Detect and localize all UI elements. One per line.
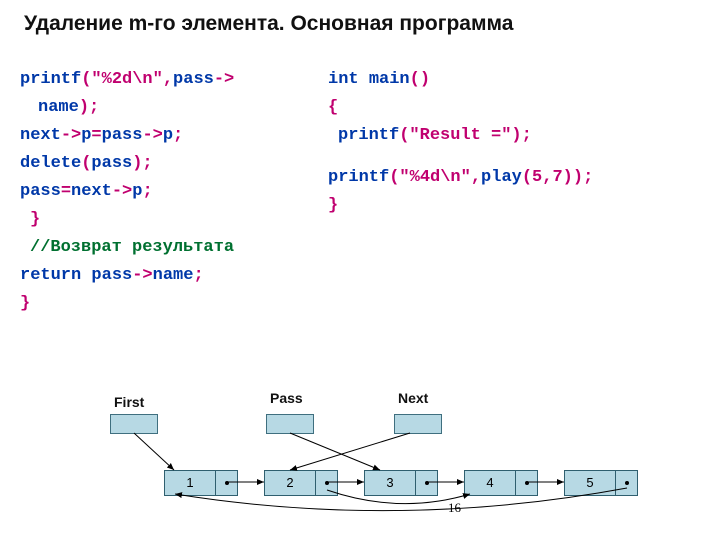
kw-next: next bbox=[71, 182, 112, 201]
kw-printf: printf bbox=[20, 70, 81, 89]
kw-play: play bbox=[481, 168, 522, 187]
sym: ; bbox=[173, 126, 183, 145]
list-node-4: 4 bbox=[464, 470, 538, 496]
kw-pass: pass bbox=[91, 154, 132, 173]
kw-main: main bbox=[369, 70, 410, 89]
kw-printf: printf bbox=[338, 126, 399, 145]
node-value: 2 bbox=[265, 471, 316, 495]
sym: ); bbox=[79, 98, 99, 117]
node-pointer bbox=[216, 471, 237, 495]
sym-arrow: -> bbox=[132, 266, 152, 285]
sym-arrow: -> bbox=[214, 70, 234, 89]
kw-name: name bbox=[38, 98, 79, 117]
kw-name: name bbox=[153, 266, 194, 285]
kw-printf: printf bbox=[328, 168, 389, 187]
kw-delete: delete bbox=[20, 154, 81, 173]
right-code-column: int main() { printf("Result ="); printf(… bbox=[328, 66, 698, 220]
kw-p: p bbox=[132, 182, 142, 201]
label-first: First bbox=[114, 394, 144, 410]
slide-title: Удаление m-го элемента. Основная програм… bbox=[24, 12, 513, 36]
node-value: 3 bbox=[365, 471, 416, 495]
label-next: Next bbox=[398, 390, 428, 406]
label-pass: Pass bbox=[270, 390, 303, 406]
kw-p: p bbox=[163, 126, 173, 145]
pointer-box-next bbox=[394, 414, 442, 434]
left-code-column: printf("%2d\n",pass-> name); next->p=pas… bbox=[20, 66, 320, 318]
node-value: 5 bbox=[565, 471, 616, 495]
node-pointer bbox=[416, 471, 437, 495]
sym-brace: { bbox=[328, 98, 338, 117]
kw-int: int bbox=[328, 70, 359, 89]
node-pointer bbox=[616, 471, 637, 495]
sym-brace: } bbox=[20, 294, 30, 313]
kw-p: p bbox=[81, 126, 91, 145]
sym: ); bbox=[132, 154, 152, 173]
node-pointer bbox=[516, 471, 537, 495]
comment: //Возврат результата bbox=[30, 238, 234, 257]
sym-arrow: -> bbox=[61, 126, 81, 145]
kw-next: next bbox=[20, 126, 61, 145]
kw-return: return bbox=[20, 266, 81, 285]
sym: ("%4d\n", bbox=[389, 168, 481, 187]
sym-arrow: -> bbox=[112, 182, 132, 201]
kw-pass: pass bbox=[91, 266, 132, 285]
sym-eq: = bbox=[61, 182, 71, 201]
node-value: 4 bbox=[465, 471, 516, 495]
sym: (5,7)); bbox=[522, 168, 593, 187]
sym-arrow: -> bbox=[142, 126, 162, 145]
kw-pass: pass bbox=[102, 126, 143, 145]
node-value: 1 bbox=[165, 471, 216, 495]
sym-parens: () bbox=[410, 70, 430, 89]
list-node-2: 2 bbox=[264, 470, 338, 496]
sym: ; bbox=[142, 182, 152, 201]
list-node-3: 3 bbox=[364, 470, 438, 496]
pointer-box-pass bbox=[266, 414, 314, 434]
kw-pass: pass bbox=[173, 70, 214, 89]
pointer-box-first bbox=[110, 414, 158, 434]
list-node-5: 5 bbox=[564, 470, 638, 496]
list-node-1: 1 bbox=[164, 470, 238, 496]
sym: ; bbox=[193, 266, 203, 285]
kw-pass: pass bbox=[20, 182, 61, 201]
sym: ("Result ="); bbox=[399, 126, 532, 145]
arrows-layer bbox=[80, 370, 660, 530]
sym: ( bbox=[81, 154, 91, 173]
sym-eq: = bbox=[91, 126, 101, 145]
sym-brace: } bbox=[30, 210, 40, 229]
sym: ("%2d\n", bbox=[81, 70, 173, 89]
linked-list-diagram: First Pass Next 1 2 3 4 5 bbox=[80, 370, 660, 530]
page-number: 16 bbox=[448, 500, 461, 516]
sym-brace: } bbox=[328, 196, 338, 215]
node-pointer bbox=[316, 471, 337, 495]
